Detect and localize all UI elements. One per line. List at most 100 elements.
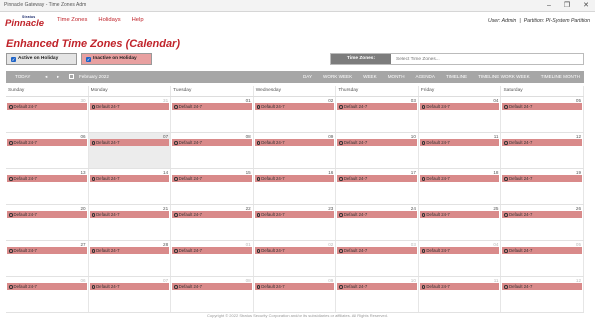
- calendar-day-cell[interactable]: 11 Default 24-7: [419, 133, 502, 168]
- schedule-event[interactable]: Default 24-7: [7, 283, 87, 290]
- schedule-event[interactable]: Default 24-7: [89, 175, 170, 182]
- view-timeline[interactable]: TIMELINE: [446, 71, 467, 83]
- schedule-event[interactable]: Default 24-7: [172, 247, 252, 254]
- calendar-day-cell[interactable]: 19 Default 24-7: [501, 169, 585, 204]
- calendar-day-cell[interactable]: 05 Default 24-7: [501, 241, 585, 276]
- schedule-event[interactable]: Default 24-7: [254, 283, 335, 290]
- calendar-day-cell[interactable]: 05 Default 24-7: [501, 97, 585, 132]
- current-month[interactable]: February 2022: [79, 71, 109, 83]
- calendar-day-cell[interactable]: 10 Default 24-7: [336, 133, 419, 168]
- calendar-day-cell[interactable]: 01 Default 24-7: [171, 241, 254, 276]
- schedule-event[interactable]: Default 24-7: [254, 139, 335, 146]
- calendar-day-cell[interactable]: 07 Default 24-7: [89, 277, 172, 312]
- calendar-icon[interactable]: [69, 74, 74, 79]
- schedule-event[interactable]: Default 24-7: [337, 175, 417, 182]
- schedule-event[interactable]: Default 24-7: [7, 139, 87, 146]
- schedule-event[interactable]: Default 24-7: [502, 139, 583, 146]
- calendar-day-cell[interactable]: 03 Default 24-7: [336, 97, 419, 132]
- schedule-event[interactable]: Default 24-7: [337, 211, 417, 218]
- schedule-event[interactable]: Default 24-7: [172, 211, 252, 218]
- schedule-event[interactable]: Default 24-7: [89, 139, 170, 146]
- calendar-day-cell[interactable]: 03 Default 24-7: [336, 241, 419, 276]
- schedule-event[interactable]: Default 24-7: [502, 103, 583, 110]
- inactive-on-holiday-toggle[interactable]: ✓ Inactive on Holiday: [81, 53, 152, 65]
- schedule-event[interactable]: Default 24-7: [419, 283, 500, 290]
- calendar-day-cell[interactable]: 24 Default 24-7: [336, 205, 419, 240]
- active-on-holiday-toggle[interactable]: ✓ Active on Holiday: [6, 53, 77, 65]
- schedule-event[interactable]: Default 24-7: [419, 139, 500, 146]
- schedule-event[interactable]: Default 24-7: [89, 103, 170, 110]
- calendar-day-cell[interactable]: 30 Default 24-7: [6, 97, 89, 132]
- schedule-event[interactable]: Default 24-7: [254, 103, 335, 110]
- calendar-day-cell[interactable]: 31 Default 24-7: [89, 97, 172, 132]
- calendar-day-cell[interactable]: 04 Default 24-7: [419, 241, 502, 276]
- schedule-event[interactable]: Default 24-7: [502, 283, 583, 290]
- prev-arrow-icon[interactable]: ◂: [45, 71, 47, 83]
- schedule-event[interactable]: Default 24-7: [337, 103, 417, 110]
- schedule-event[interactable]: Default 24-7: [172, 103, 252, 110]
- calendar-day-cell[interactable]: 09 Default 24-7: [254, 277, 337, 312]
- schedule-event[interactable]: Default 24-7: [419, 103, 500, 110]
- calendar-day-cell[interactable]: 10 Default 24-7: [336, 277, 419, 312]
- schedule-event[interactable]: Default 24-7: [502, 211, 583, 218]
- schedule-event[interactable]: Default 24-7: [419, 175, 500, 182]
- calendar-day-cell[interactable]: 17 Default 24-7: [336, 169, 419, 204]
- pinnacle-logo[interactable]: Stratus Pinnacle: [5, 15, 47, 31]
- menu-help[interactable]: Help: [132, 17, 144, 23]
- schedule-event[interactable]: Default 24-7: [172, 283, 252, 290]
- calendar-day-cell[interactable]: 13 Default 24-7: [6, 169, 89, 204]
- schedule-event[interactable]: Default 24-7: [7, 247, 87, 254]
- schedule-event[interactable]: Default 24-7: [172, 139, 252, 146]
- calendar-day-cell[interactable]: 07 Default 24-7: [88, 133, 172, 168]
- view-timeline-month[interactable]: TIMELINE MONTH: [541, 71, 580, 83]
- schedule-event[interactable]: Default 24-7: [254, 175, 335, 182]
- view-day[interactable]: DAY: [303, 71, 312, 83]
- calendar-day-cell[interactable]: 04 Default 24-7: [419, 97, 502, 132]
- schedule-event[interactable]: Default 24-7: [337, 139, 417, 146]
- menu-holidays[interactable]: Holidays: [98, 17, 120, 23]
- calendar-day-cell[interactable]: 27 Default 24-7: [6, 241, 89, 276]
- schedule-event[interactable]: Default 24-7: [7, 103, 87, 110]
- view-timeline-work-week[interactable]: TIMELINE WORK WEEK: [478, 71, 530, 83]
- calendar-day-cell[interactable]: 14 Default 24-7: [89, 169, 172, 204]
- schedule-event[interactable]: Default 24-7: [254, 247, 335, 254]
- today-button[interactable]: TODAY: [15, 71, 30, 83]
- view-week[interactable]: WEEK: [363, 71, 377, 83]
- calendar-day-cell[interactable]: 28 Default 24-7: [89, 241, 172, 276]
- calendar-day-cell[interactable]: 12 Default 24-7: [501, 133, 585, 168]
- next-arrow-icon[interactable]: ▸: [57, 71, 59, 83]
- schedule-event[interactable]: Default 24-7: [172, 175, 252, 182]
- calendar-day-cell[interactable]: 02 Default 24-7: [254, 241, 337, 276]
- close-icon[interactable]: ✕: [583, 0, 589, 11]
- calendar-day-cell[interactable]: 06 Default 24-7: [6, 133, 89, 168]
- schedule-event[interactable]: Default 24-7: [419, 247, 500, 254]
- time-zones-input[interactable]: [393, 54, 581, 64]
- schedule-event[interactable]: Default 24-7: [502, 175, 583, 182]
- schedule-event[interactable]: Default 24-7: [419, 211, 500, 218]
- schedule-event[interactable]: Default 24-7: [89, 211, 170, 218]
- calendar-day-cell[interactable]: 16 Default 24-7: [254, 169, 337, 204]
- menu-time-zones[interactable]: Time Zones: [57, 17, 87, 23]
- calendar-day-cell[interactable]: 11 Default 24-7: [419, 277, 502, 312]
- restore-icon[interactable]: ❐: [564, 0, 570, 11]
- schedule-event[interactable]: Default 24-7: [7, 175, 87, 182]
- calendar-day-cell[interactable]: 22 Default 24-7: [171, 205, 254, 240]
- calendar-day-cell[interactable]: 09 Default 24-7: [254, 133, 337, 168]
- schedule-event[interactable]: Default 24-7: [502, 247, 583, 254]
- view-work-week[interactable]: WORK WEEK: [323, 71, 352, 83]
- schedule-event[interactable]: Default 24-7: [7, 211, 87, 218]
- schedule-event[interactable]: Default 24-7: [337, 247, 417, 254]
- calendar-day-cell[interactable]: 23 Default 24-7: [254, 205, 337, 240]
- calendar-day-cell[interactable]: 21 Default 24-7: [89, 205, 172, 240]
- calendar-day-cell[interactable]: 02 Default 24-7: [254, 97, 337, 132]
- calendar-day-cell[interactable]: 08 Default 24-7: [171, 133, 254, 168]
- schedule-event[interactable]: Default 24-7: [89, 247, 170, 254]
- calendar-day-cell[interactable]: 15 Default 24-7: [171, 169, 254, 204]
- calendar-day-cell[interactable]: 25 Default 24-7: [419, 205, 502, 240]
- schedule-event[interactable]: Default 24-7: [337, 283, 417, 290]
- calendar-day-cell[interactable]: 26 Default 24-7: [501, 205, 585, 240]
- calendar-day-cell[interactable]: 12 Default 24-7: [501, 277, 585, 312]
- schedule-event[interactable]: Default 24-7: [89, 283, 170, 290]
- calendar-day-cell[interactable]: 06 Default 24-7: [6, 277, 89, 312]
- schedule-event[interactable]: Default 24-7: [254, 211, 335, 218]
